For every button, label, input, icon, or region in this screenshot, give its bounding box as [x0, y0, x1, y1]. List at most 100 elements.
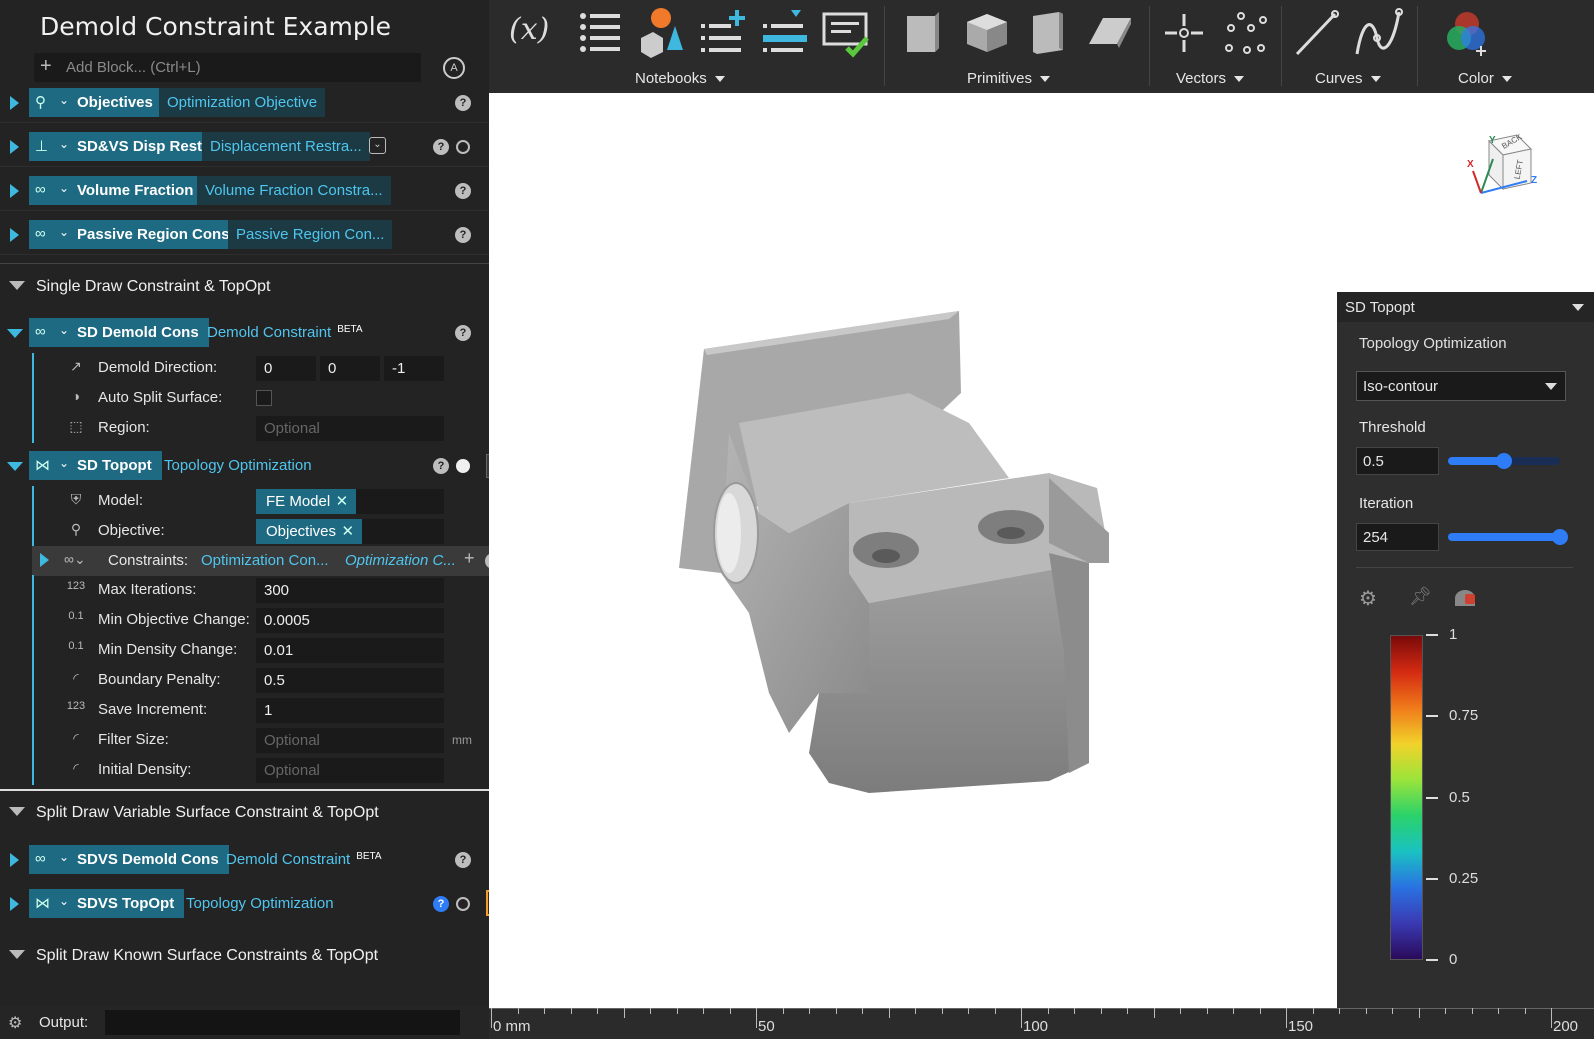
- help-icon[interactable]: ?: [455, 95, 471, 111]
- constraint-item[interactable]: Optimization Con...: [201, 552, 329, 569]
- region-input[interactable]: Optional: [256, 416, 444, 441]
- filter-size-input[interactable]: Optional: [256, 728, 444, 753]
- remove-icon[interactable]: ✕: [336, 492, 349, 510]
- expand-icon[interactable]: [10, 184, 19, 198]
- boundary-penalty-input[interactable]: 0.5: [256, 668, 444, 693]
- status-indicator[interactable]: [456, 897, 470, 911]
- tall-box-icon[interactable]: [1023, 8, 1073, 58]
- checklist-icon[interactable]: [821, 8, 871, 58]
- chevron-down-icon[interactable]: ⌄: [59, 850, 69, 864]
- prop-constraints[interactable]: ∞⌄ Constraints: Optimization Con... Opti…: [32, 546, 510, 576]
- slider-handle[interactable]: [1496, 453, 1512, 469]
- block-name-chip[interactable]: ⚲ ⌄ Objectives: [29, 88, 163, 117]
- help-icon[interactable]: ?: [433, 139, 449, 155]
- expand-icon[interactable]: [10, 96, 19, 110]
- list-icon[interactable]: [577, 8, 627, 58]
- auto-split-checkbox[interactable]: [256, 390, 272, 406]
- block-row-volume-fraction[interactable]: ∞ ⌄ Volume Fraction Volume Fraction Constr…: [0, 171, 489, 211]
- collapse-icon[interactable]: [7, 329, 23, 338]
- expand-icon[interactable]: [10, 228, 19, 242]
- chevron-down-icon[interactable]: ⌄: [59, 225, 69, 239]
- direction-x-input[interactable]: 0: [256, 356, 316, 381]
- block-name-chip[interactable]: ⋈ ⌄ SD Topopt: [29, 451, 162, 480]
- status-indicator[interactable]: [456, 140, 470, 154]
- section-header[interactable]: Single Draw Constraint & TopOpt: [0, 265, 489, 307]
- block-name-chip[interactable]: ∞ ⌄ Volume Fraction: [29, 176, 204, 205]
- constraint-item[interactable]: Optimization C...: [345, 552, 456, 569]
- chevron-down-icon[interactable]: ⌄: [59, 93, 69, 107]
- threshold-slider[interactable]: [1448, 453, 1560, 469]
- block-name-chip[interactable]: ⊥ ⌄ SD&VS Disp Rest: [29, 132, 213, 161]
- dropdown-icon[interactable]: ⌄: [369, 137, 386, 154]
- chevron-down-icon[interactable]: ⌄: [59, 181, 69, 195]
- block-row-sd-demold[interactable]: ∞ ⌄ SD Demold Cons Demold Constraint BETA ?: [0, 313, 489, 353]
- panel-header[interactable]: SD Topopt: [1337, 292, 1594, 322]
- line-icon[interactable]: [1291, 8, 1341, 58]
- shapes-icon[interactable]: [637, 8, 687, 58]
- primitives-menu[interactable]: Primitives: [967, 70, 1051, 87]
- expand-icon[interactable]: [10, 897, 19, 911]
- iteration-slider[interactable]: [1448, 529, 1568, 545]
- color-icon[interactable]: [1441, 8, 1491, 58]
- block-row-objectives[interactable]: ⚲ ⌄ Objectives Optimization Objective ?: [0, 83, 489, 123]
- settings-icon[interactable]: ⚙: [8, 1013, 22, 1033]
- box-icon[interactable]: [899, 8, 949, 58]
- help-icon[interactable]: ?: [455, 183, 471, 199]
- collapse-icon[interactable]: [9, 950, 25, 959]
- section-header[interactable]: Split Draw Known Surface Constraints & T…: [0, 934, 489, 976]
- wedge-icon[interactable]: [1085, 8, 1135, 58]
- block-row-sdvs-topopt[interactable]: ⋈ ⌄ SDVS TopOpt Topology Optimization ?: [0, 884, 510, 924]
- expand-icon[interactable]: [10, 853, 19, 867]
- max-iterations-input[interactable]: 300: [256, 578, 444, 603]
- point-icon[interactable]: [1159, 8, 1209, 58]
- add-block-input[interactable]: + Add Block... (Ctrl+L): [34, 53, 421, 82]
- variable-icon[interactable]: (x): [509, 12, 559, 62]
- slider-handle[interactable]: [1552, 529, 1568, 545]
- add-list-icon[interactable]: [699, 8, 749, 58]
- help-icon[interactable]: ?: [455, 227, 471, 243]
- block-name-chip[interactable]: ∞ ⌄ SD Demold Cons: [29, 318, 209, 347]
- gear-icon[interactable]: ⚙: [1359, 586, 1377, 611]
- block-row-sdvs-disp[interactable]: ⊥ ⌄ SD&VS Disp Rest Displacement Restra...…: [0, 127, 489, 167]
- collapse-icon[interactable]: [9, 807, 25, 816]
- view-cube[interactable]: BACK LEFT Y Z X: [1467, 131, 1539, 201]
- direction-z-input[interactable]: -1: [384, 356, 444, 381]
- help-icon[interactable]: ?: [433, 458, 449, 474]
- help-icon[interactable]: ?: [433, 896, 449, 912]
- status-indicator[interactable]: [456, 459, 470, 473]
- block-name-chip[interactable]: ∞ ⌄ Passive Region Cons: [29, 220, 240, 249]
- help-icon[interactable]: ?: [455, 852, 471, 868]
- expand-icon[interactable]: [10, 140, 19, 154]
- add-icon[interactable]: +: [464, 548, 475, 569]
- min-objective-input[interactable]: 0.0005: [256, 608, 444, 633]
- block-row-sd-topopt[interactable]: ⋈⌄SD Topopt Topology Optimization ? ||: [0, 446, 510, 486]
- pin-icon[interactable]: 📌︎: [1409, 586, 1432, 607]
- vectors-menu[interactable]: Vectors: [1176, 70, 1245, 87]
- cube-icon[interactable]: [961, 8, 1011, 58]
- min-density-input[interactable]: 0.01: [256, 638, 444, 663]
- model-tag[interactable]: FE Model ✕: [256, 489, 357, 514]
- expand-icon[interactable]: [40, 553, 49, 567]
- help-icon[interactable]: ?: [455, 325, 471, 341]
- block-row-sdvs-demold[interactable]: ∞ ⌄ SDVS Demold Cons Demold Constraint BETA…: [0, 840, 489, 880]
- objective-tag[interactable]: Objectives ✕: [256, 519, 363, 544]
- insert-list-icon[interactable]: [761, 8, 811, 58]
- chevron-down-icon[interactable]: ⌄: [59, 323, 69, 337]
- collapse-icon[interactable]: [1572, 304, 1584, 311]
- chevron-down-icon[interactable]: ⌄: [59, 456, 69, 470]
- block-name-chip[interactable]: ⋈ ⌄ SDVS TopOpt: [29, 889, 185, 918]
- chevron-down-icon[interactable]: ⌄: [59, 894, 69, 908]
- collapse-icon[interactable]: [7, 462, 23, 471]
- block-row-passive-region[interactable]: ∞ ⌄ Passive Region Cons Passive Region Con…: [0, 215, 489, 255]
- color-map-icon[interactable]: [1455, 588, 1477, 606]
- curve-icon[interactable]: [1353, 8, 1403, 58]
- chevron-down-icon[interactable]: ⌄: [59, 137, 69, 151]
- collapse-icon[interactable]: [9, 281, 25, 290]
- notebooks-menu[interactable]: Notebooks: [635, 70, 725, 87]
- display-mode-select[interactable]: Iso-contour: [1356, 371, 1566, 401]
- section-header[interactable]: Split Draw Variable Surface Constraint &…: [0, 791, 489, 833]
- history-icon[interactable]: A: [443, 57, 465, 79]
- save-increment-input[interactable]: 1: [256, 698, 444, 723]
- threshold-input[interactable]: 0.5: [1356, 447, 1439, 475]
- point-cloud-icon[interactable]: [1221, 8, 1271, 58]
